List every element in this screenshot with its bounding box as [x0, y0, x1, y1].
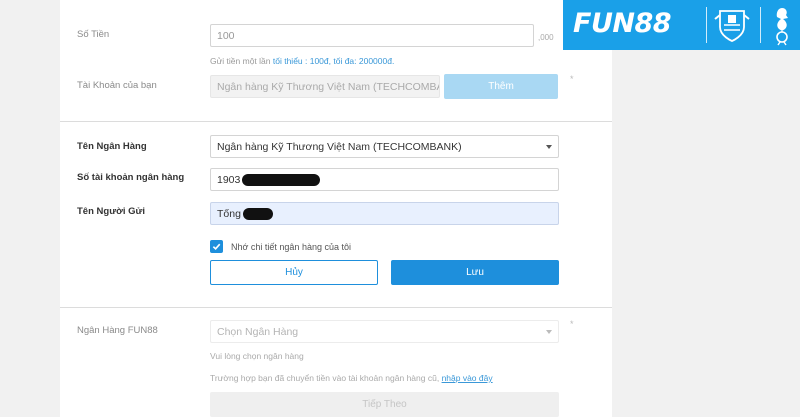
fun88-bank-error: Vui lòng chọn ngân hàng	[210, 351, 304, 361]
fun88-bank-label: Ngân Hàng FUN88	[77, 325, 158, 336]
amount-input[interactable]: 100	[210, 24, 534, 47]
enter-here-link[interactable]: nhập vào đây	[442, 373, 493, 383]
fun88-bank-required-star: *	[570, 319, 574, 329]
sender-name-value: Tống	[217, 207, 241, 220]
fun88-logo: FUN88	[573, 8, 672, 39]
account-label: Tài Khoản của bạn	[77, 80, 157, 91]
account-value: Ngân hàng Kỹ Thương Việt Nam (TECHCOMBA	[217, 80, 440, 93]
amount-hint-prefix: Gửi tiền một lần	[210, 56, 271, 66]
account-number-value: 1903	[217, 173, 241, 186]
next-button[interactable]: Tiếp Theo	[210, 392, 559, 417]
old-account-note: Trường hợp bạn đã chuyển tiền vào tài kh…	[210, 373, 493, 383]
redacted-sender-name	[242, 207, 273, 220]
fun88-brand-banner: FUN88	[563, 0, 800, 50]
deposit-form-panel: Số Tiền 100 ,000 Gửi tiền một lần tối th…	[60, 0, 612, 417]
fun88-bank-select[interactable]: Chọn Ngân Hàng	[210, 320, 559, 343]
section-divider-top	[60, 121, 612, 122]
tottenham-cockerel-icon	[776, 8, 788, 46]
chevron-down-icon	[546, 144, 552, 149]
account-required-star: *	[570, 74, 574, 84]
sender-name-label: Tên Người Gửi	[77, 206, 146, 217]
sender-name-input[interactable]: Tống	[210, 202, 559, 225]
brand-separator	[706, 7, 707, 43]
old-account-note-text: Trường hợp bạn đã chuyển tiền vào tài kh…	[210, 373, 440, 383]
redacted-account-number	[242, 173, 321, 186]
brand-separator	[760, 7, 761, 43]
remember-label: Nhớ chi tiết ngân hàng của tôi	[231, 242, 351, 252]
amount-hint: Gửi tiền một lần tối thiểu : 100đ, tối đ…	[210, 56, 394, 66]
remember-checkbox[interactable]	[210, 240, 223, 253]
account-number-label: Số tài khoản ngân hàng	[77, 172, 185, 183]
newcastle-crest-icon	[714, 10, 750, 42]
fun88-bank-placeholder: Chọn Ngân Hàng	[217, 325, 299, 338]
section-divider-bottom	[60, 307, 612, 308]
checkmark-icon	[212, 243, 221, 251]
account-select[interactable]: Ngân hàng Kỹ Thương Việt Nam (TECHCOMBA	[210, 75, 440, 98]
amount-label: Số Tiền	[77, 29, 110, 40]
chevron-down-icon	[546, 329, 552, 334]
amount-suffix: ,000	[538, 33, 554, 42]
amount-value: 100	[217, 29, 235, 42]
bank-name-value: Ngân hàng Kỹ Thương Việt Nam (TECHCOMBAN…	[217, 140, 462, 153]
bank-name-label: Tên Ngân Hàng	[77, 141, 147, 152]
amount-hint-limits: tối thiểu : 100đ, tối đa: 200000đ.	[272, 56, 395, 66]
cancel-button[interactable]: Hủy	[210, 260, 378, 285]
account-number-input[interactable]: 1903	[210, 168, 559, 191]
save-button[interactable]: Lưu	[391, 260, 559, 285]
add-account-button[interactable]: Thêm	[444, 74, 558, 99]
bank-name-select[interactable]: Ngân hàng Kỹ Thương Việt Nam (TECHCOMBAN…	[210, 135, 559, 158]
